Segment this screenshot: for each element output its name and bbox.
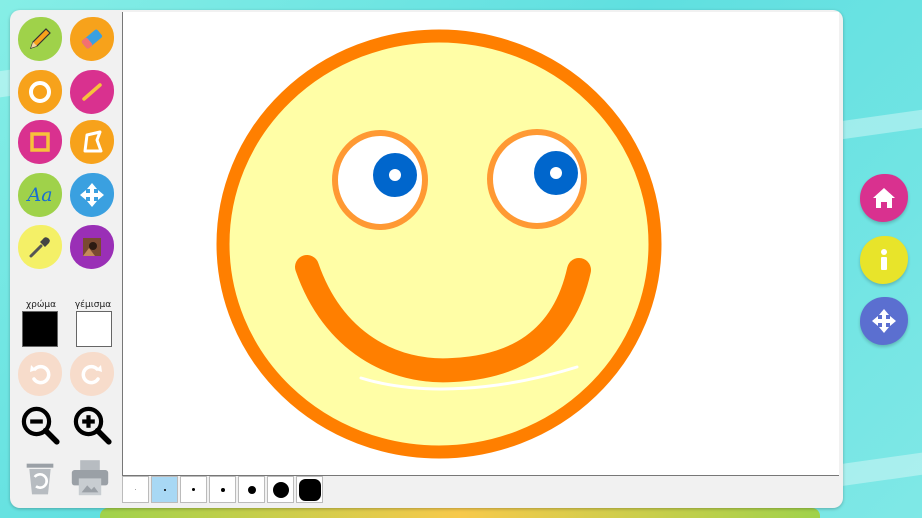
rectangle-icon [30, 132, 50, 152]
stroke-color-swatch[interactable] [22, 311, 58, 347]
print-icon [71, 460, 109, 496]
polygon-tool[interactable] [70, 120, 114, 164]
zoom-in-icon [73, 406, 112, 445]
left-pupil-highlight [389, 169, 401, 181]
eyedropper-icon [29, 237, 50, 258]
canvas-drawing [216, 29, 662, 459]
drawing-canvas[interactable] [122, 12, 839, 476]
bottom-decoration [100, 508, 820, 518]
circle-tool[interactable] [18, 70, 62, 114]
line-tool[interactable] [70, 70, 114, 114]
info-icon [881, 249, 887, 270]
print-button[interactable] [68, 455, 112, 499]
pencil-tool[interactable] [14, 13, 66, 63]
move-icon [80, 183, 104, 207]
right-pupil-highlight [550, 167, 562, 179]
brush-size-option[interactable] [180, 476, 207, 503]
eyedropper-tool[interactable] [18, 225, 62, 269]
text-tool[interactable]: Aa [18, 173, 62, 217]
move-tool[interactable] [70, 173, 114, 217]
fill-color-label: γέμισμα [74, 300, 112, 310]
zoom-in-button[interactable] [70, 403, 114, 447]
redo-button[interactable] [70, 352, 114, 396]
zoom-out-icon [21, 406, 60, 445]
zoom-out-button[interactable] [18, 403, 62, 447]
pencil-icon [30, 28, 51, 49]
circle-icon [29, 81, 51, 103]
paint-app-window: Aa χρώμα γέμισμα [10, 10, 843, 508]
brush-size-dot [192, 488, 195, 491]
brush-size-option[interactable] [238, 476, 265, 503]
line-icon [82, 83, 102, 101]
clear-button[interactable] [18, 455, 62, 499]
brush-size-bar [122, 476, 325, 504]
text-icon: Aa [27, 184, 53, 206]
brush-size-dot [135, 489, 136, 490]
tool-panel: Aa χρώμα γέμισμα [10, 10, 122, 508]
stroke-color-label: χρώμα [25, 300, 57, 310]
brush-size-dot [272, 481, 289, 498]
brush-size-option[interactable] [209, 476, 236, 503]
brush-size-option[interactable] [122, 476, 149, 503]
undo-icon [30, 364, 51, 385]
fill-color-swatch[interactable] [76, 311, 112, 347]
brush-size-option[interactable] [267, 476, 294, 503]
image-tool[interactable] [70, 225, 114, 269]
eraser-icon [81, 29, 103, 49]
eraser-tool[interactable] [70, 17, 114, 61]
polygon-icon [83, 130, 103, 153]
trash-icon [26, 463, 54, 495]
brush-size-dot [298, 478, 321, 501]
home-icon [873, 188, 895, 208]
brush-size-option[interactable] [296, 476, 323, 503]
redo-icon [81, 364, 102, 385]
brush-size-dot [163, 488, 166, 491]
rectangle-tool[interactable] [18, 120, 62, 164]
brush-size-dot [220, 487, 225, 492]
image-icon [83, 238, 101, 256]
undo-button[interactable] [18, 352, 62, 396]
move-icon [872, 309, 896, 333]
brush-size-dot [247, 485, 256, 494]
brush-size-option[interactable] [151, 476, 178, 503]
